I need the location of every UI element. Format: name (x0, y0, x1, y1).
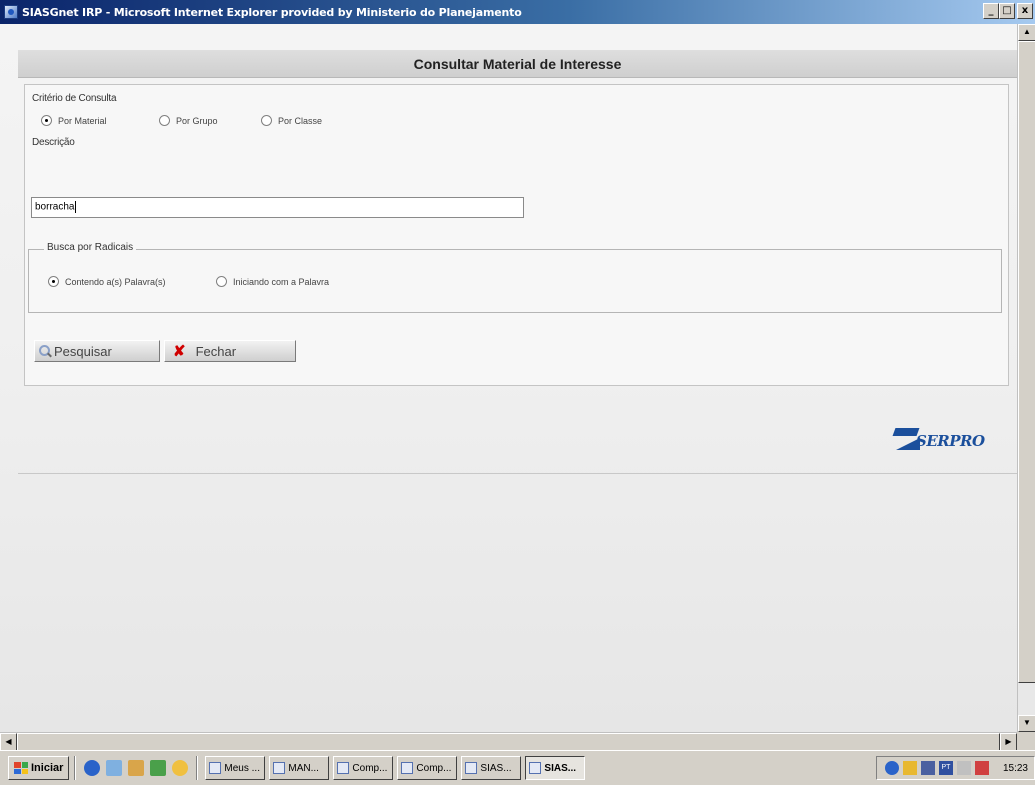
clock: 15:23 (1002, 762, 1028, 774)
page-title: Consultar Material de Interesse (18, 50, 1017, 78)
radio-label: Por Classe (278, 115, 323, 126)
radio-contendo-palavras[interactable]: Contendo a(s) Palavra(s) (48, 276, 166, 287)
outlook-quicklaunch-icon[interactable] (128, 760, 145, 776)
radical-fieldset (28, 249, 1002, 313)
close-button[interactable]: ✘ Fechar (164, 340, 296, 362)
language-indicator[interactable]: PT (938, 761, 953, 775)
ie-page-icon (529, 762, 542, 774)
magnifier-icon (39, 344, 52, 358)
ie-app-icon[interactable] (4, 5, 18, 19)
taskbar-separator (196, 756, 199, 780)
task-manual[interactable]: MAN... (269, 756, 330, 780)
desktop-quicklaunch-icon[interactable] (106, 760, 123, 776)
task-comp-2[interactable]: Comp... (397, 756, 458, 780)
system-tray: PT 15:23 (875, 756, 1035, 780)
radio-iniciando-palavra[interactable]: Iniciando com a Palavra (216, 276, 329, 287)
network-icon[interactable] (884, 761, 899, 775)
folder-icon (209, 762, 222, 774)
close-x-icon: ✘ (173, 343, 186, 360)
radio-dot-checked-icon[interactable] (48, 276, 59, 287)
radical-legend: Busca por Radicais (44, 242, 137, 253)
radio-por-material[interactable]: Por Material (41, 115, 107, 126)
ie-page-icon (337, 762, 350, 774)
radio-dot-checked-icon[interactable] (41, 115, 52, 126)
horizontal-scrollbar[interactable]: ◀ ▶ (0, 732, 1017, 751)
vertical-scroll-thumb[interactable] (1018, 41, 1035, 683)
taskbar-separator (74, 756, 77, 780)
close-button-label: Fechar (195, 343, 237, 359)
scroll-right-arrow-icon[interactable]: ▶ (1000, 733, 1017, 751)
task-label: MAN... (288, 762, 319, 774)
text-caret (75, 201, 77, 213)
task-label: Meus ... (224, 762, 260, 774)
task-sias-active[interactable]: SIAS... (525, 756, 586, 780)
radio-label: Por Material (58, 115, 107, 126)
ie-page-icon (401, 762, 414, 774)
serpro-logo: SERPRO (894, 428, 985, 450)
window-title-bar[interactable]: SIASGnet IRP - Microsoft Internet Explor… (0, 0, 1035, 24)
minimize-button[interactable]: _ (983, 3, 999, 19)
ie-page-icon (465, 762, 478, 774)
radio-dot-icon[interactable] (216, 276, 227, 287)
windows-logo-icon (14, 762, 28, 774)
radio-label: Contendo a(s) Palavra(s) (65, 276, 166, 287)
word-doc-icon (273, 762, 286, 774)
tray-monitor-icon[interactable] (920, 761, 935, 775)
scrollbar-corner (1017, 732, 1035, 750)
close-window-button[interactable]: x (1017, 3, 1033, 19)
radio-label: Iniciando com a Palavra (233, 276, 330, 287)
radio-dot-icon[interactable] (159, 115, 170, 126)
tray-alert-icon[interactable] (974, 761, 989, 775)
start-label: Iniciar (31, 762, 64, 774)
task-label: Comp... (352, 762, 388, 774)
divider (18, 473, 1017, 474)
description-field[interactable]: borracha (31, 197, 524, 218)
horizontal-scroll-thumb[interactable] (17, 733, 1000, 751)
task-meus-documentos[interactable]: Meus ... (205, 756, 266, 780)
media-quicklaunch-icon[interactable] (172, 760, 189, 776)
task-label: Comp... (416, 762, 452, 774)
serpro-logo-text: SERPRO (916, 432, 985, 450)
task-label: SIAS... (480, 762, 512, 774)
app-quicklaunch-icon[interactable] (150, 760, 167, 776)
radio-dot-icon[interactable] (261, 115, 272, 126)
task-comp-1[interactable]: Comp... (333, 756, 394, 780)
maximize-button[interactable]: □ (999, 3, 1015, 19)
search-button-label: Pesquisar (54, 343, 112, 359)
taskbar: Iniciar Meus ... MAN... Comp... Comp... … (0, 750, 1035, 785)
description-value: borracha (35, 201, 75, 213)
task-sias-1[interactable]: SIAS... (461, 756, 522, 780)
window-controls: _ □ x (983, 3, 1033, 19)
radio-label: Por Grupo (176, 115, 218, 126)
description-label: Descrição (32, 137, 75, 148)
volume-icon[interactable] (956, 761, 971, 775)
ie-quicklaunch-icon[interactable] (84, 760, 101, 776)
vertical-scrollbar[interactable]: ▲ ▼ (1017, 24, 1035, 732)
criteria-label: Critério de Consulta (32, 93, 117, 104)
search-button[interactable]: Pesquisar (34, 340, 160, 362)
serpro-logo-icon (894, 428, 920, 450)
radio-por-classe[interactable]: Por Classe (261, 115, 322, 126)
scroll-up-arrow-icon[interactable]: ▲ (1018, 24, 1035, 41)
radio-por-grupo[interactable]: Por Grupo (159, 115, 218, 126)
scroll-down-arrow-icon[interactable]: ▼ (1018, 715, 1035, 732)
tray-app-icon[interactable] (902, 761, 917, 775)
task-label: SIAS... (544, 762, 577, 774)
window-title: SIASGnet IRP - Microsoft Internet Explor… (22, 5, 522, 19)
scroll-left-arrow-icon[interactable]: ◀ (0, 733, 17, 751)
start-button[interactable]: Iniciar (8, 756, 70, 780)
